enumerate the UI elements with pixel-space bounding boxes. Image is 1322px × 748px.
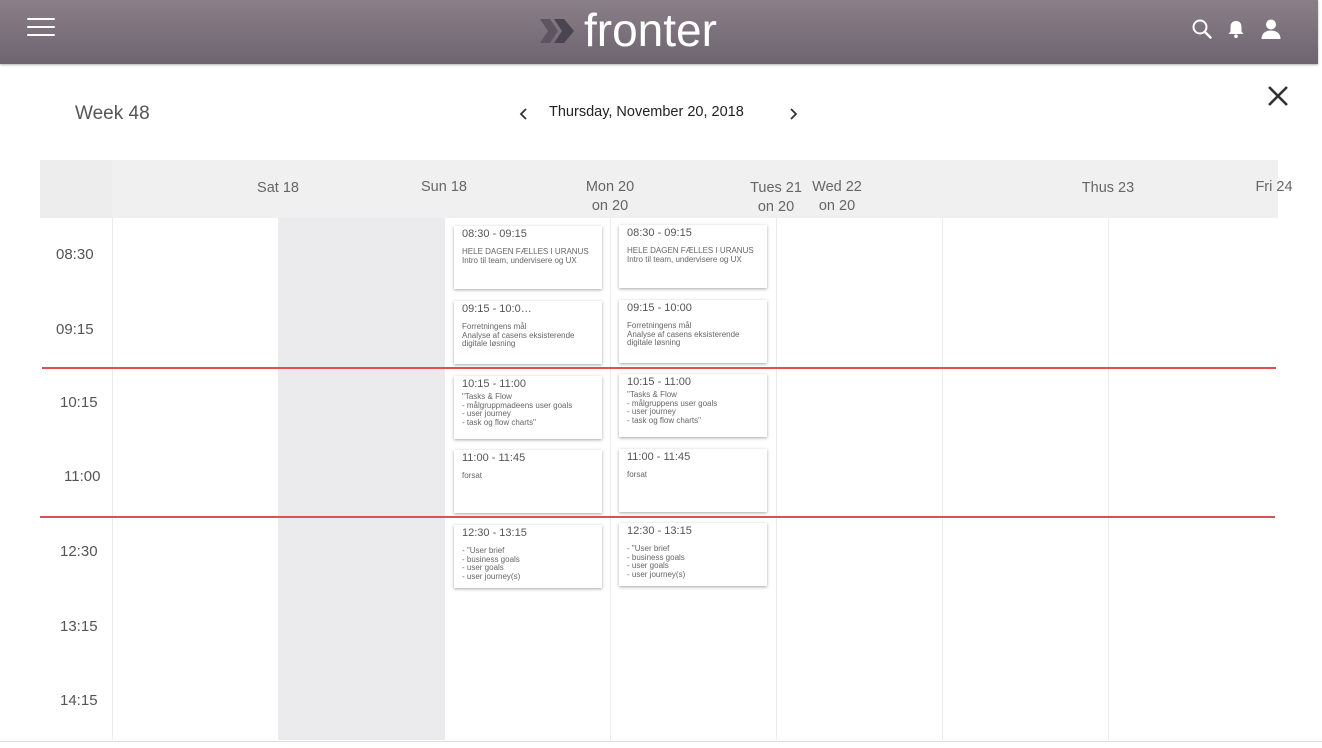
double-chevron-logo-icon (540, 19, 574, 43)
event-time: 12:30 - 13:15 (627, 525, 692, 537)
event-description: HELE DAGEN FÆLLES I URANUS Intro til tea… (627, 246, 754, 264)
event-card[interactable]: 08:30 - 09:15 HELE DAGEN FÆLLES I URANUS… (619, 225, 767, 288)
event-card[interactable]: 09:15 - 10:00 Forretningens mål Analyse … (619, 300, 767, 363)
search-icon[interactable] (1192, 19, 1212, 39)
event-time: 11:00 - 11:45 (627, 451, 691, 463)
event-card[interactable]: 10:15 - 11:00 "Tasks & Flow - målgruppen… (619, 374, 767, 437)
day-header-fri[interactable]: Fri 24 (1108, 160, 1292, 218)
time-label: 12:30 (60, 543, 98, 560)
chevron-left-icon[interactable] (519, 107, 529, 121)
day-header-row: Sat 18 Sun 18 Mon 20 on 20 Tues 21 on 20… (40, 160, 1293, 218)
event-time: 08:30 - 09:15 (462, 228, 527, 240)
day-header-mon[interactable]: Mon 20 on 20 (444, 160, 634, 218)
fronter-logo[interactable]: fronter (538, 2, 717, 58)
event-card[interactable]: 08:30 - 09:15 HELE DAGEN FÆLLES I URANUS… (454, 226, 602, 289)
time-label: 13:15 (60, 618, 98, 635)
event-time: 10:15 - 11:00 (627, 376, 692, 388)
day-column-thu[interactable] (942, 218, 1109, 740)
time-column-header (40, 160, 112, 218)
event-time: 09:15 - 10:0… (462, 303, 532, 315)
menu-icon[interactable] (27, 18, 55, 38)
event-time: 09:15 - 10:00 (627, 302, 692, 314)
user-icon[interactable] (1260, 18, 1282, 40)
time-marker-line (42, 367, 1276, 369)
time-label: 10:15 (60, 394, 98, 411)
day-column-wed[interactable] (776, 218, 943, 740)
event-time: 11:00 - 11:45 (462, 452, 526, 464)
week-calendar-grid: Sat 18 Sun 18 Mon 20 on 20 Tues 21 on 20… (40, 160, 1293, 740)
event-card[interactable]: 11:00 - 11:45 forsat (454, 450, 602, 513)
week-label: Week 48 (75, 103, 150, 124)
time-label: 11:00 (64, 468, 101, 485)
event-time: 10:15 - 11:00 (462, 378, 527, 390)
close-icon[interactable] (1266, 84, 1290, 108)
time-label: 09:15 (56, 321, 94, 338)
event-card[interactable]: 11:00 - 11:45 forsat (619, 449, 767, 512)
day-header-wed[interactable]: Wed 22 on 20 (776, 160, 942, 218)
bottom-divider (0, 741, 1322, 742)
event-card[interactable]: 09:15 - 10:0… Forretningens mål Analyse … (454, 301, 602, 364)
logo-text: fronter (584, 4, 717, 56)
time-label: 08:30 (56, 246, 94, 263)
event-description: "Tasks & Flow - målgruppens user goals -… (627, 390, 718, 425)
event-description: forsat (627, 470, 648, 479)
event-description: Forretningens mål Analyse af casens eksi… (462, 322, 575, 349)
event-description: Forretningens mål Analyse af casens eksi… (627, 321, 740, 348)
chevron-right-icon[interactable] (788, 107, 798, 121)
day-header-sat[interactable]: Sat 18 (112, 160, 299, 218)
day-header-tue[interactable]: Tues 21 on 20 (610, 160, 802, 218)
event-description: "Tasks & Flow - målgruppmadeens user goa… (462, 392, 573, 427)
time-marker-line (40, 516, 1275, 518)
event-card[interactable]: 12:30 - 13:15 - "User brief - business g… (619, 523, 767, 586)
day-column-sat[interactable] (112, 218, 279, 740)
day-header-thu[interactable]: Thus 23 (942, 160, 1134, 218)
current-date: Thursday, November 20, 2018 (549, 104, 744, 120)
time-column: 08:30 09:15 10:15 11:00 12:30 13:15 14:1… (40, 218, 113, 740)
day-header-sun[interactable]: Sun 18 (278, 160, 467, 218)
event-card[interactable]: 10:15 - 11:00 "Tasks & Flow - målgruppma… (454, 376, 602, 439)
time-label: 14:15 (60, 692, 98, 709)
event-time: 12:30 - 13:15 (462, 527, 527, 539)
event-description: - "User brief - business goals - user go… (462, 546, 521, 581)
date-navigator: Thursday, November 20, 2018 (515, 104, 805, 124)
event-description: HELE DAGEN FÆLLES I URANUS Intro til tea… (462, 247, 589, 265)
day-column-sun[interactable] (278, 218, 445, 740)
event-description: - "User brief - business goals - user go… (627, 544, 686, 579)
event-description: forsat (462, 471, 483, 480)
bell-icon[interactable] (1226, 19, 1246, 39)
event-time: 08:30 - 09:15 (627, 227, 692, 239)
day-column-fri[interactable] (1108, 218, 1278, 740)
top-bar: fronter (0, 0, 1318, 64)
event-card[interactable]: 12:30 - 13:15 - "User brief - business g… (454, 525, 602, 588)
